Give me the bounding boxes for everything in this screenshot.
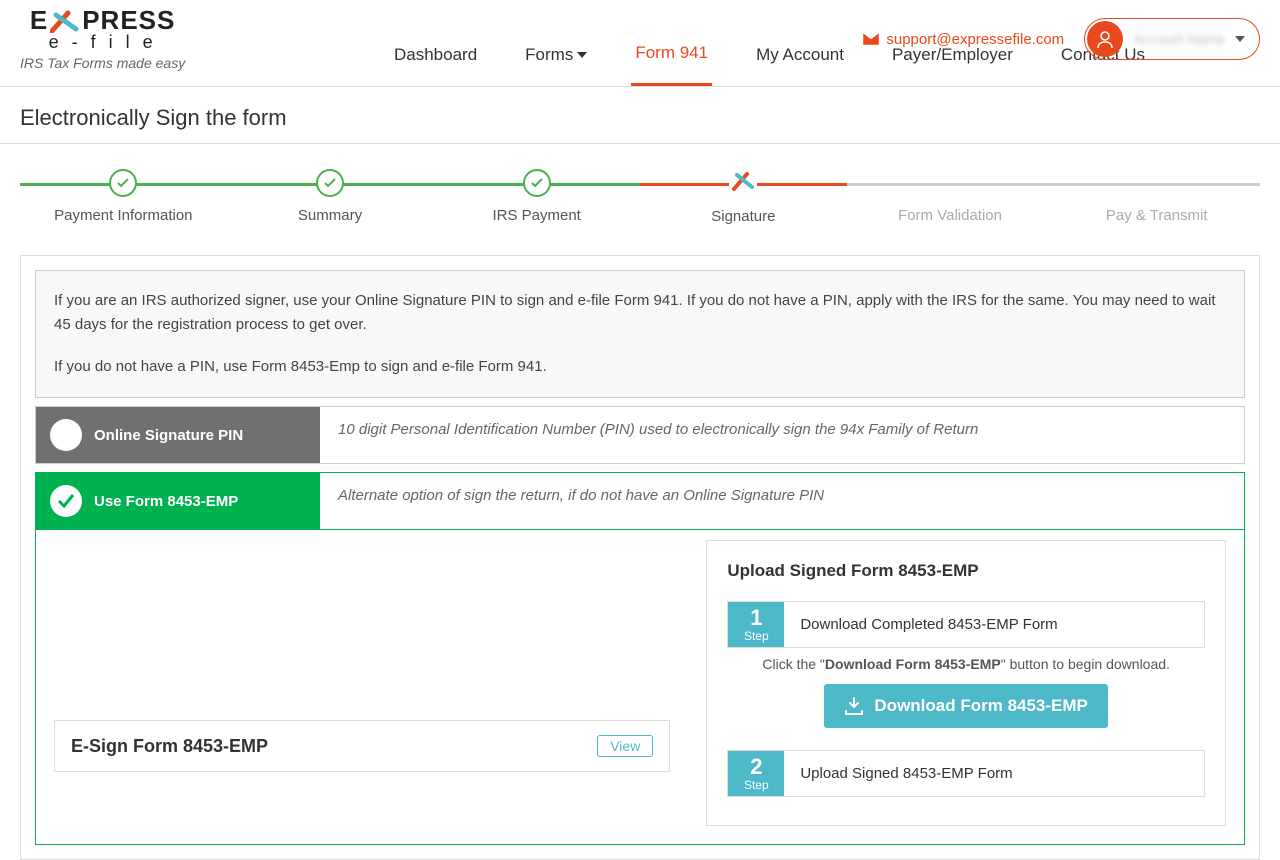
progress-stepper: Payment Information Summary IRS Payment … [20, 169, 1260, 225]
logo-x-icon [731, 169, 755, 193]
upload-step-2: 2 Step Upload Signed 8453-EMP Form [727, 750, 1205, 797]
info-panel: If you are an IRS authorized signer, use… [35, 270, 1245, 398]
logo-x-icon [50, 9, 80, 33]
download-icon [844, 697, 864, 715]
option-signature-pin[interactable]: Online Signature PIN 10 digit Personal I… [35, 406, 1245, 464]
user-icon [1095, 29, 1115, 49]
mail-icon [862, 32, 880, 46]
upload-title: Upload Signed Form 8453-EMP [727, 561, 1205, 581]
logo[interactable]: E PRESS e - f i l e IRS Tax Forms made e… [20, 5, 185, 71]
esign-panel: E-Sign Form 8453-EMP View [54, 720, 670, 772]
support-email-link[interactable]: support@expressefile.com [862, 31, 1064, 48]
upload-panel: Upload Signed Form 8453-EMP 1 Step Downl… [706, 540, 1226, 826]
check-icon [530, 176, 544, 190]
radio-unchecked-icon [50, 419, 82, 451]
nav-form941[interactable]: Form 941 [631, 33, 712, 86]
step-transmit: Pay & Transmit [1053, 169, 1260, 225]
esign-title: E-Sign Form 8453-EMP [71, 736, 268, 757]
check-icon [116, 176, 130, 190]
upload-step-1: 1 Step Download Completed 8453-EMP Form [727, 601, 1205, 648]
step-summary[interactable]: Summary [227, 169, 434, 225]
check-icon [323, 176, 337, 190]
step-validation: Form Validation [847, 169, 1054, 225]
page-title: Electronically Sign the form [0, 87, 1280, 144]
user-name: Account Name [1133, 31, 1225, 47]
step-payment-info[interactable]: Payment Information [20, 169, 227, 225]
radio-checked-icon [50, 485, 82, 517]
step-signature[interactable]: Signature [640, 169, 847, 225]
chevron-down-icon [577, 52, 587, 58]
step-irs-payment[interactable]: IRS Payment [433, 169, 640, 225]
avatar [1087, 21, 1123, 57]
nav-my-account[interactable]: My Account [752, 33, 848, 86]
download-form-button[interactable]: Download Form 8453-EMP [824, 684, 1107, 728]
user-menu[interactable]: Account Name [1084, 18, 1260, 60]
tagline: IRS Tax Forms made easy [20, 55, 185, 71]
view-button[interactable]: View [597, 735, 653, 757]
chevron-down-icon [1235, 36, 1245, 42]
nav-forms[interactable]: Forms [521, 33, 591, 86]
nav-dashboard[interactable]: Dashboard [390, 33, 481, 86]
download-help-text: Click the "Download Form 8453-EMP" butto… [727, 656, 1205, 672]
